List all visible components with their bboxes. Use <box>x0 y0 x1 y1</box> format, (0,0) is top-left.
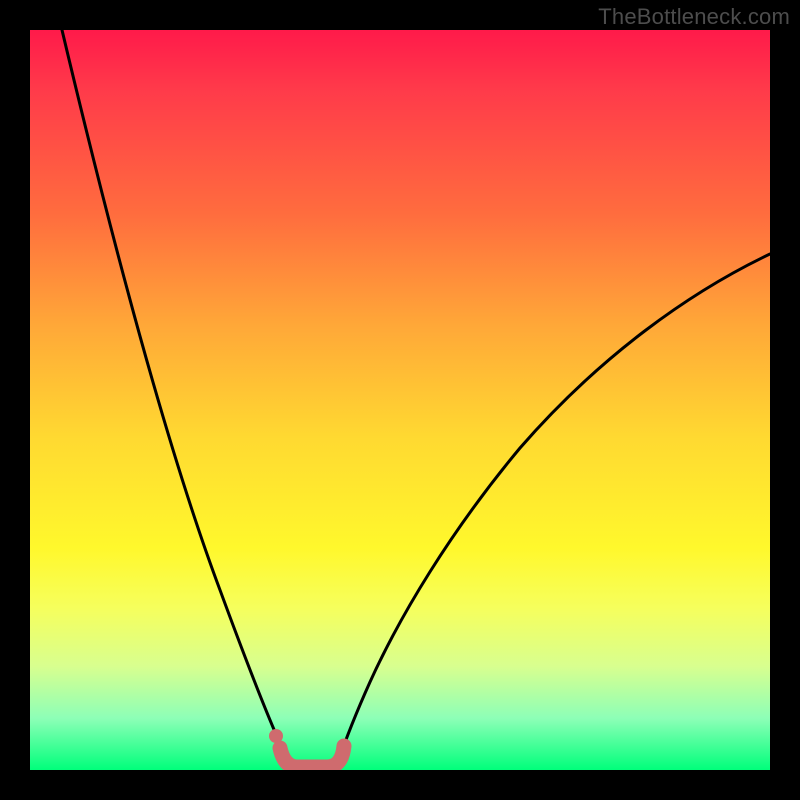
left-curve <box>62 30 289 765</box>
right-curve <box>337 254 770 765</box>
bottom-blob <box>280 746 344 767</box>
chart-svg <box>30 30 770 770</box>
watermark-text: TheBottleneck.com <box>598 4 790 30</box>
plot-area <box>30 30 770 770</box>
chart-frame: TheBottleneck.com <box>0 0 800 800</box>
